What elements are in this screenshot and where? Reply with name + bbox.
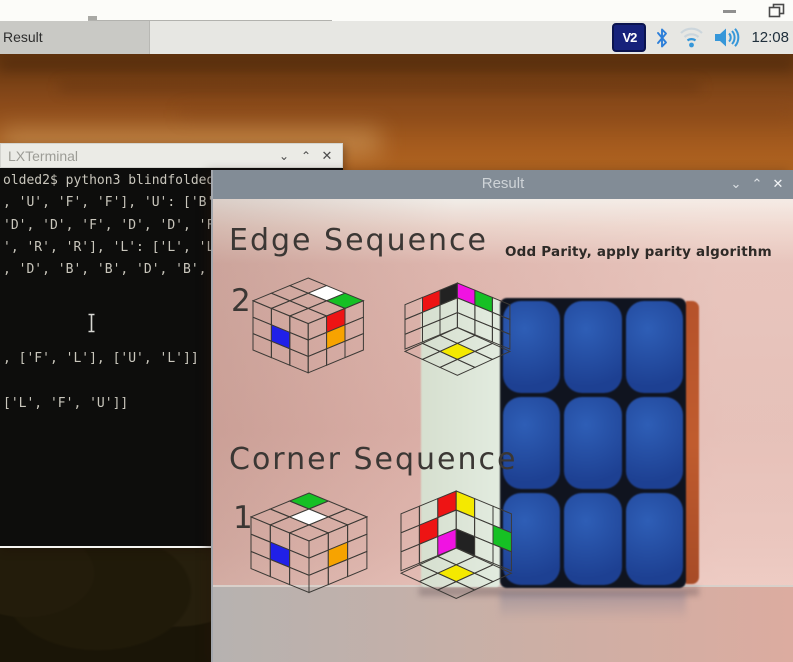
shade-button[interactable]: ⌄	[276, 144, 292, 168]
text-cursor-pointer	[86, 313, 97, 338]
edge-step-number: 2	[231, 283, 251, 319]
cloud-streak	[180, 108, 793, 120]
result-image-view: Edge Sequence Odd Parity, apply parity a…	[213, 199, 793, 662]
terminal-title: LXTerminal	[8, 148, 79, 164]
cube-right-edge	[686, 301, 699, 584]
blue-sticker	[564, 493, 622, 585]
corner-cube-diagram-bottom-view	[400, 490, 513, 599]
cube-blue-face	[500, 298, 686, 588]
vnc-desktop: Result V2 12:08 LXTerminal ⌄ ⌃ ✕ olded2$…	[0, 0, 793, 662]
close-button[interactable]: ✕	[319, 144, 335, 168]
restore-icon[interactable]	[768, 3, 786, 18]
taskbar-item-result[interactable]: Result	[0, 21, 150, 54]
minimize-icon[interactable]	[723, 10, 736, 13]
host-window-titlebar	[0, 0, 793, 22]
corner-cube-diagram-top-view	[250, 492, 368, 594]
blue-sticker	[564, 397, 622, 489]
wallpaper-trees	[0, 548, 213, 662]
result-title: Result	[481, 175, 525, 192]
cube-reflection	[500, 592, 686, 620]
maximize-button[interactable]: ⌃	[298, 144, 314, 168]
blue-sticker	[625, 301, 683, 393]
maximize-button[interactable]: ⌃	[748, 170, 766, 198]
taskbar: Result V2 12:08	[0, 21, 793, 54]
cloud-streak	[0, 58, 793, 71]
wifi-icon[interactable]	[678, 26, 705, 49]
edge-sequence-heading: Edge Sequence	[229, 223, 489, 258]
vnc-icon[interactable]: V2	[612, 23, 647, 52]
volume-icon[interactable]	[714, 27, 740, 48]
corner-sequence-heading: Corner Sequence	[229, 442, 518, 477]
blue-sticker	[625, 397, 683, 489]
edge-cube-diagram-bottom-view	[404, 282, 511, 376]
system-tray: V2 12:08	[612, 21, 789, 54]
result-window: Result ⌄ ⌃ ✕ Edge Sequence Odd Parity, a…	[211, 170, 793, 662]
shade-button[interactable]: ⌄	[727, 170, 745, 198]
blue-sticker	[503, 301, 561, 393]
parity-note: Odd Parity, apply parity algorithm	[505, 244, 772, 260]
close-button[interactable]: ✕	[769, 170, 787, 198]
blue-sticker	[625, 493, 683, 585]
blue-sticker	[564, 301, 622, 393]
terminal-output: olded2$ python3 blindfolded.p , 'U', 'F'…	[3, 173, 230, 411]
bluetooth-icon[interactable]	[655, 27, 669, 49]
clock: 12:08	[751, 29, 789, 46]
result-titlebar[interactable]: Result ⌄ ⌃ ✕	[213, 170, 793, 199]
cloud-streak	[60, 82, 700, 92]
edge-cube-diagram-top-view	[252, 277, 365, 374]
terminal-titlebar[interactable]: LXTerminal ⌄ ⌃ ✕	[0, 143, 343, 168]
